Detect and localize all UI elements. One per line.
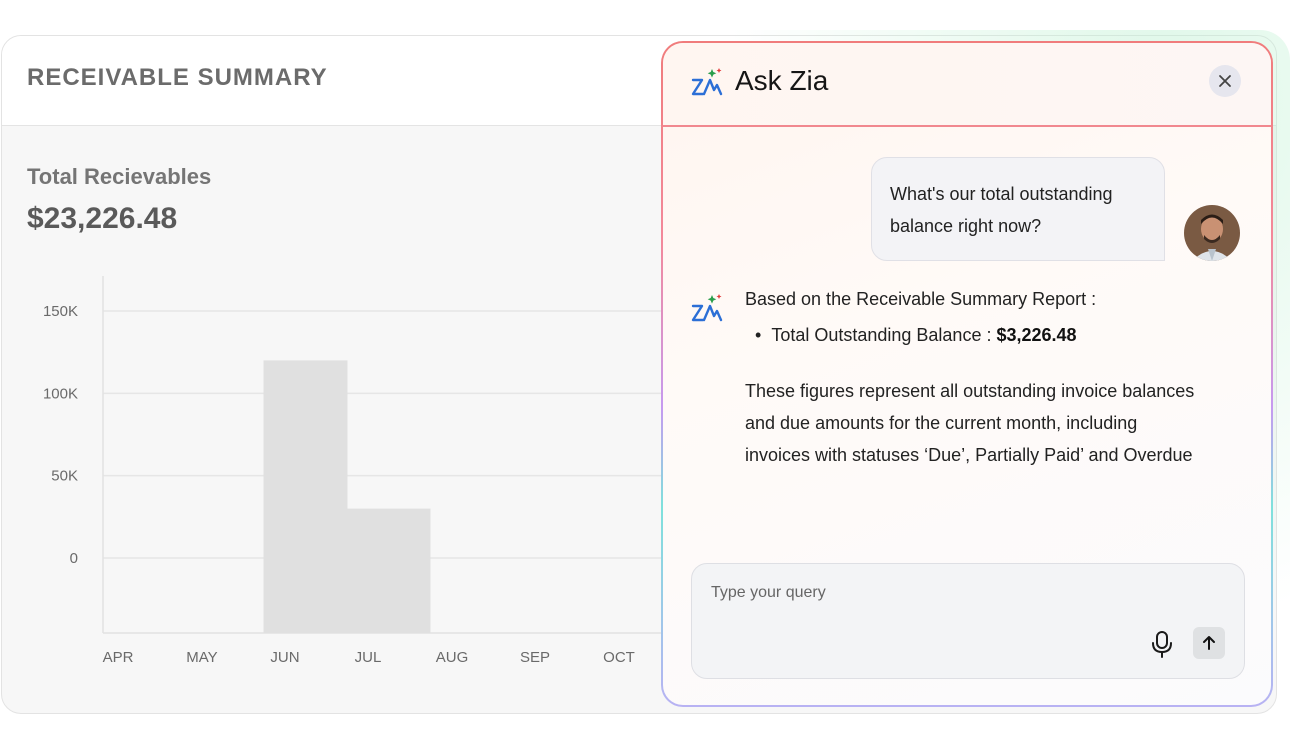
microphone-icon[interactable]	[1147, 628, 1177, 660]
zia-header: Ask Zia	[663, 43, 1271, 127]
close-button[interactable]	[1209, 65, 1241, 97]
zia-logo-icon	[691, 68, 723, 96]
y-tick-label: 100K	[43, 385, 78, 402]
bullet-value: $3,226.48	[996, 325, 1077, 345]
y-tick-label: 0	[70, 550, 78, 567]
x-tick-label: APR	[103, 649, 134, 666]
x-tick-label: AUG	[436, 649, 469, 666]
x-tick-label: JUL	[355, 649, 382, 666]
x-tick-label: SEP	[520, 649, 550, 666]
x-tick-label: JUN	[270, 649, 299, 666]
query-input[interactable]: Type your query	[691, 563, 1245, 679]
arrow-up-icon	[1203, 636, 1215, 650]
close-icon	[1219, 75, 1231, 87]
y-tick-label: 150K	[43, 303, 78, 320]
zia-reply-bullet: • Total Outstanding Balance : $3,226.48	[755, 325, 1077, 345]
query-placeholder: Type your query	[711, 584, 826, 601]
zia-logo-icon	[691, 294, 723, 322]
send-button[interactable]	[1193, 627, 1225, 659]
zia-reply-paragraph: These figures represent all outstanding …	[745, 381, 1195, 465]
zia-reply-intro: Based on the Receivable Summary Report :	[745, 289, 1097, 309]
avatar	[1184, 205, 1240, 261]
ask-zia-panel: Ask Zia What's our total outstanding bal…	[661, 41, 1273, 707]
x-tick-label: MAY	[186, 649, 217, 666]
user-message-bubble: What's our total outstanding balance rig…	[871, 157, 1165, 261]
y-tick-label: 50K	[51, 468, 78, 485]
x-tick-label: OCT	[603, 649, 635, 666]
chart-bar	[263, 360, 348, 633]
ask-zia-panel-body: Ask Zia What's our total outstanding bal…	[663, 43, 1271, 705]
bullet-label: Total Outstanding Balance :	[771, 325, 992, 345]
zia-title: Ask Zia	[735, 65, 829, 96]
chart-bar	[346, 508, 431, 633]
